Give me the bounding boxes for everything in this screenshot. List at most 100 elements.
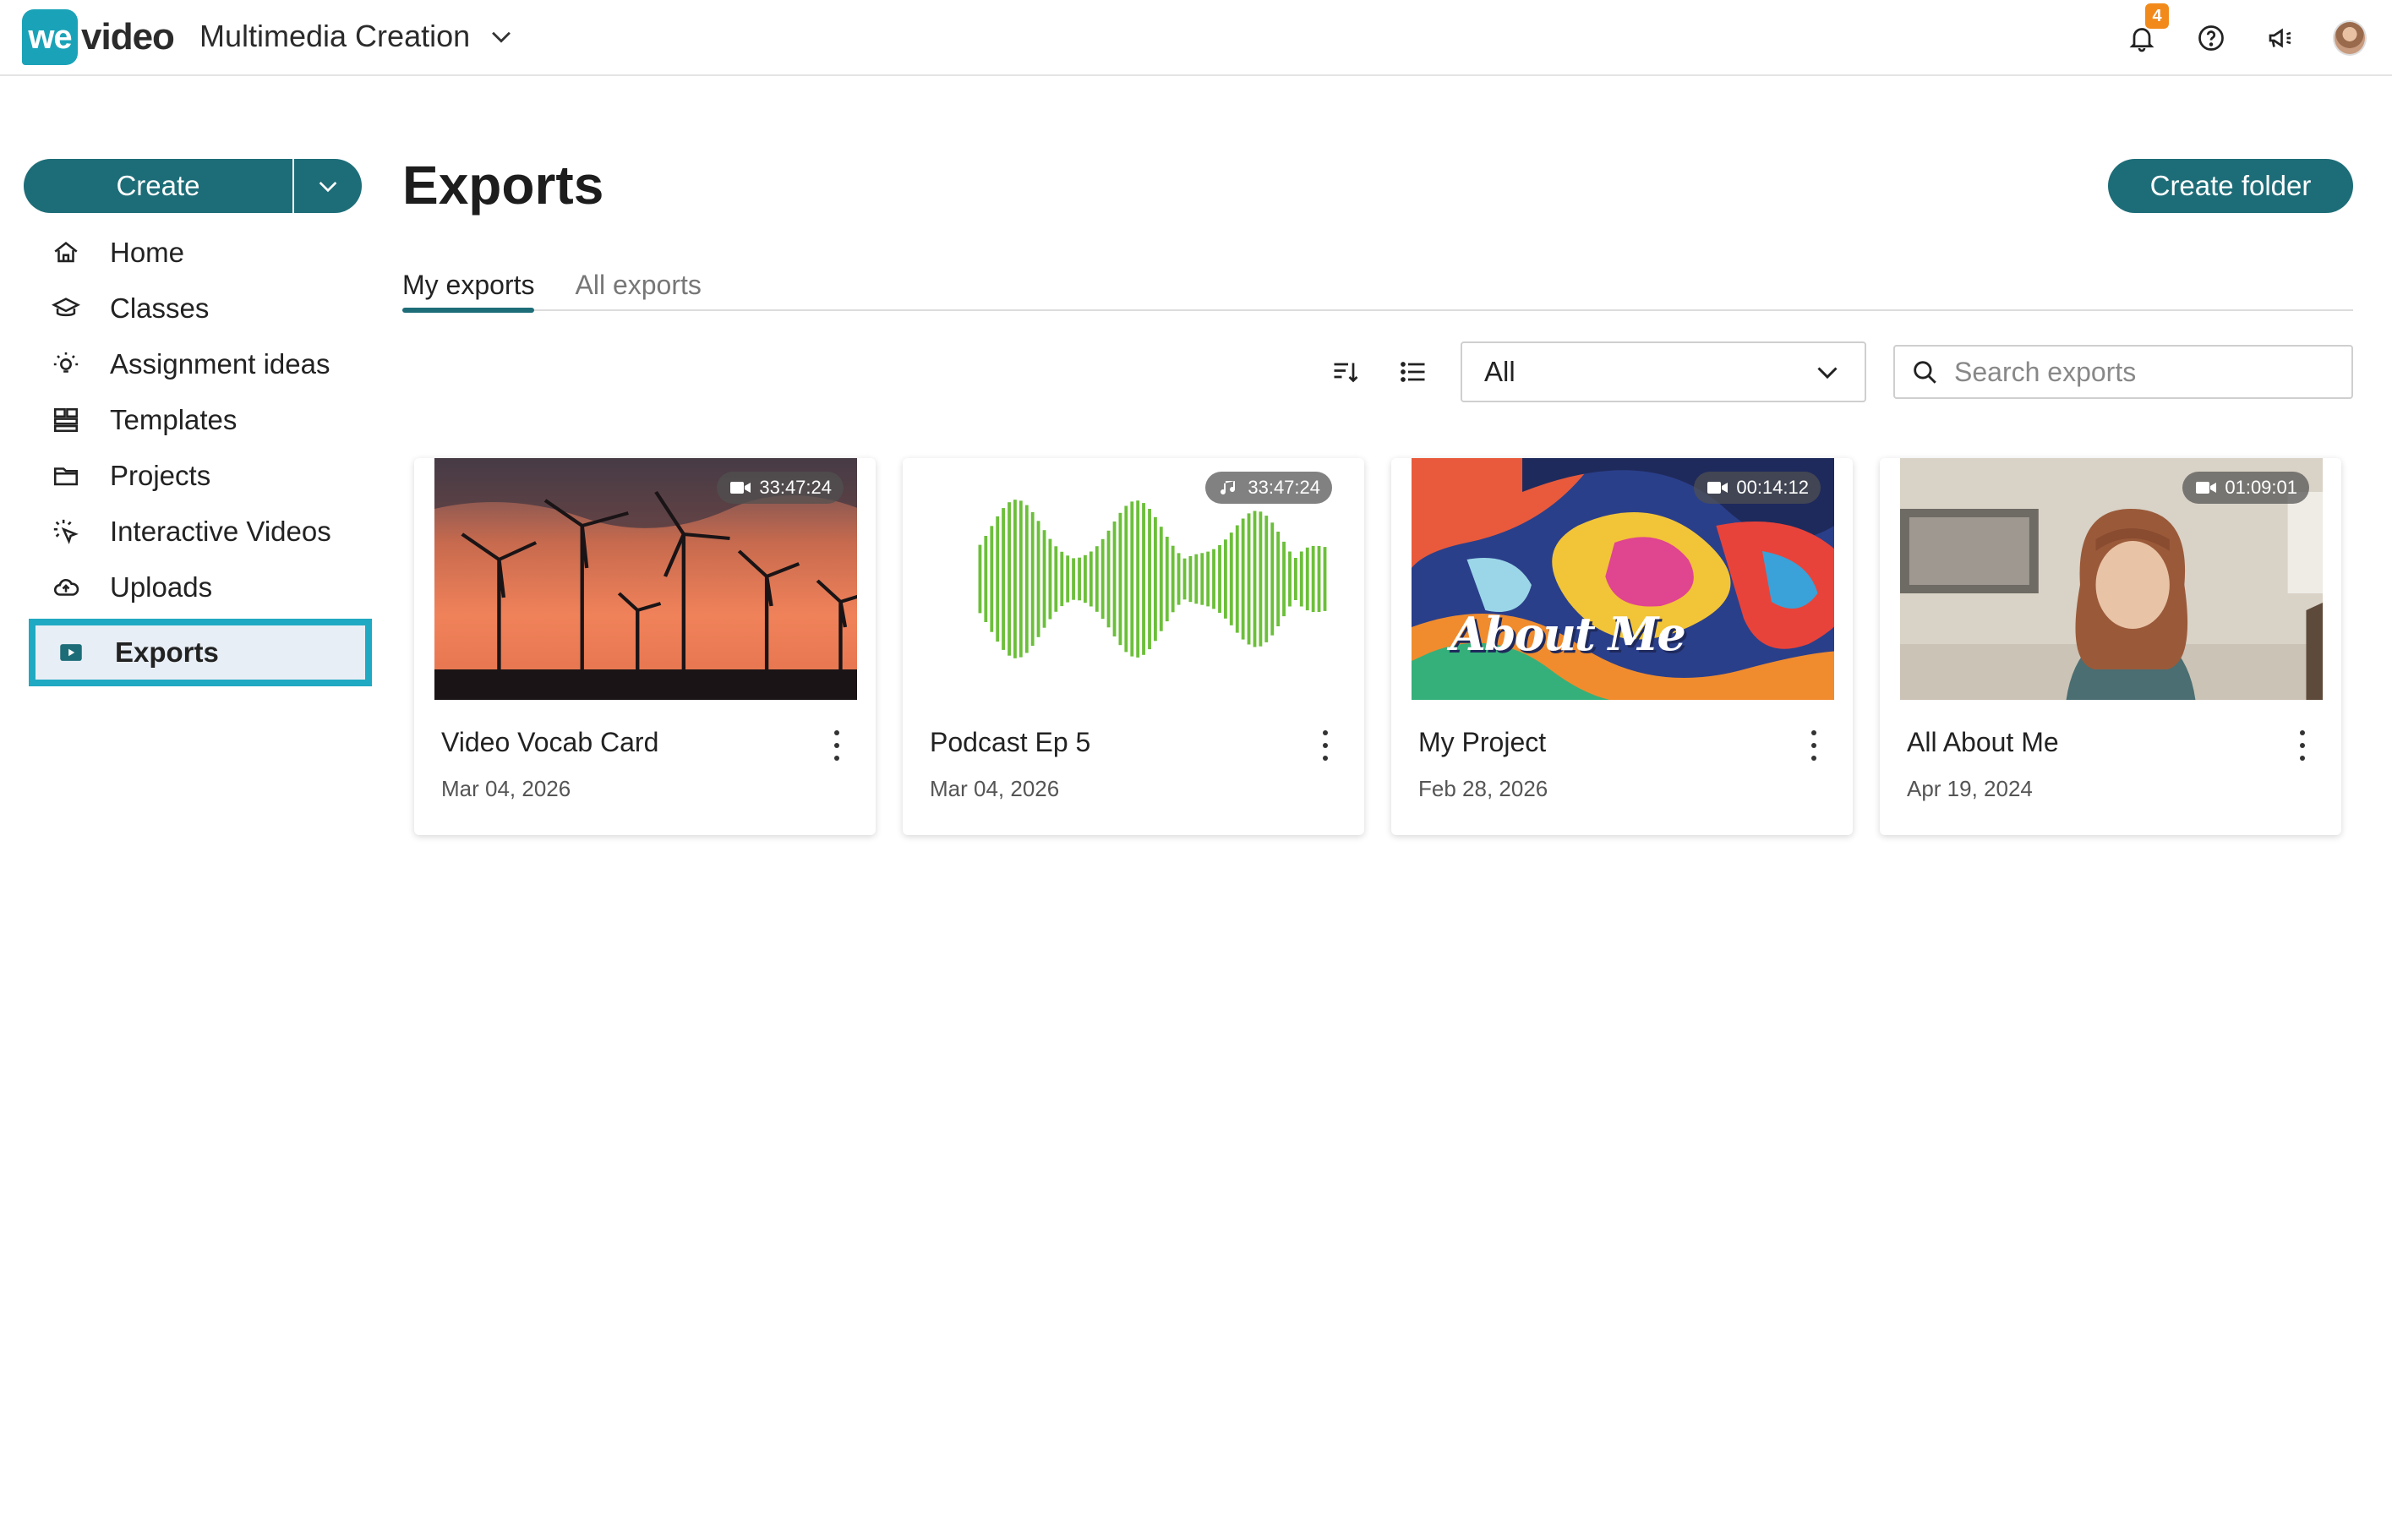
waveform-bar <box>1118 512 1122 646</box>
kebab-dot <box>1811 730 1816 735</box>
waveform-bar <box>1264 516 1269 642</box>
sidebar-item-exports[interactable]: Exports <box>29 619 372 686</box>
top-icons: 4 <box>2125 3 2367 57</box>
waveform-bar <box>1241 518 1245 640</box>
notifications-button[interactable]: 4 <box>2125 3 2169 57</box>
waveform-bar <box>1200 553 1204 605</box>
waveform-bar <box>1305 547 1309 611</box>
classes-icon <box>51 293 81 324</box>
card-thumbnail[interactable]: About Me 00:14:12 <box>1412 458 1834 700</box>
waveform-bar <box>1212 549 1215 609</box>
logo-video: video <box>81 16 175 57</box>
waveform-bar <box>1048 538 1052 620</box>
card-menu-button[interactable] <box>1805 730 1822 761</box>
card-thumbnail[interactable]: 33:47:24 <box>923 458 1346 700</box>
waveform-bar <box>1165 537 1169 622</box>
waveform-bar <box>1084 554 1087 603</box>
sidebar-item-uploads[interactable]: Uploads <box>24 560 379 615</box>
filter-select[interactable]: All <box>1461 341 1866 402</box>
list-icon <box>1401 362 1425 382</box>
card-menu-button[interactable] <box>2294 730 2311 761</box>
card-date: Mar 04, 2026 <box>441 776 571 801</box>
sidebar-item-classes[interactable]: Classes <box>24 281 379 336</box>
waveform-bar <box>1311 545 1315 613</box>
waveform-bar <box>1253 511 1257 647</box>
kebab-dot <box>1811 743 1816 748</box>
sidebar-item-interactive-videos[interactable]: Interactive Videos <box>24 504 379 560</box>
card-date: Apr 19, 2024 <box>1907 776 2033 801</box>
card-menu-button[interactable] <box>828 730 845 761</box>
waveform-bar <box>1072 558 1075 600</box>
interactive-cursor-icon <box>51 516 81 547</box>
export-play-icon <box>56 637 86 668</box>
duration-text: 01:09:01 <box>2225 477 2297 498</box>
waveform-bar <box>1259 511 1263 647</box>
wevideo-logo[interactable]: we video <box>22 8 175 66</box>
waveform-bar <box>1206 551 1210 607</box>
waveform-bar <box>1078 557 1081 601</box>
waveform-bar <box>1024 505 1029 653</box>
waveform-bar <box>1019 500 1023 658</box>
tabs: My exports All exports <box>402 264 2353 313</box>
create-dropdown-button[interactable] <box>294 159 362 213</box>
sidebar-item-home[interactable]: Home <box>24 225 379 281</box>
card-thumbnail[interactable]: 33:47:24 <box>434 458 857 700</box>
create-button[interactable]: Create <box>24 159 292 213</box>
card-title: My Project <box>1418 727 1547 757</box>
kebab-dot <box>2300 756 2305 761</box>
megaphone-icon <box>2269 28 2291 48</box>
waveform-bar <box>1188 555 1193 603</box>
waveform-bar <box>1036 521 1040 637</box>
announcements-button[interactable] <box>2264 19 2297 57</box>
waveform-bar <box>1030 511 1035 647</box>
waveform-bar <box>1276 532 1281 626</box>
create-button-group: Create <box>24 159 362 213</box>
kebab-dot <box>2300 743 2305 748</box>
kebab-dot <box>834 730 839 735</box>
list-view-button[interactable] <box>1396 355 1430 389</box>
waveform-bar <box>1136 500 1140 658</box>
waveform-bar <box>1130 501 1134 657</box>
waveform-bar <box>990 526 994 632</box>
user-menu-button[interactable] <box>2333 19 2367 57</box>
waveform-bar <box>1171 545 1175 613</box>
search-input[interactable] <box>1954 356 2336 388</box>
help-button[interactable] <box>2194 19 2228 57</box>
tab-all-exports[interactable]: All exports <box>575 264 701 311</box>
waveform-bar <box>1317 546 1321 612</box>
waveform-bar <box>1013 500 1017 658</box>
waveform-bar <box>1177 553 1181 605</box>
waveform-bar <box>1008 502 1011 656</box>
export-card[interactable]: 01:09:01 All About Me Apr 19, 2024 <box>1880 458 2341 835</box>
thumbnail-title-text: About Me <box>1450 607 1686 661</box>
export-card[interactable]: 33:47:24 Video Vocab Card Mar 04, 2026 <box>414 458 876 835</box>
waveform-bar <box>1124 505 1128 653</box>
waveform-bar <box>1002 508 1005 650</box>
export-card[interactable]: 33:47:24 Podcast Ep 5 Mar 04, 2026 <box>903 458 1364 835</box>
card-date: Mar 04, 2026 <box>930 776 1060 801</box>
waveform-bar <box>1148 509 1151 650</box>
tab-my-exports[interactable]: My exports <box>402 264 535 313</box>
sidebar-item-label: Uploads <box>110 571 213 603</box>
sidebar-item-assignment-ideas[interactable]: Assignment ideas <box>24 336 379 392</box>
card-date: Feb 28, 2026 <box>1418 776 1548 801</box>
sidebar-item-label: Projects <box>110 460 211 491</box>
chevron-down-icon <box>319 182 337 193</box>
create-folder-button[interactable]: Create folder <box>2108 159 2353 213</box>
workspace-name: Multimedia Creation <box>199 19 471 53</box>
chevron-down-icon <box>1817 367 1838 380</box>
sidebar-item-label: Classes <box>110 292 210 324</box>
waveform-bar <box>1235 525 1239 633</box>
sidebar-item-templates[interactable]: Templates <box>24 392 379 448</box>
sort-button[interactable] <box>1329 355 1363 389</box>
export-card[interactable]: About Me 00:14:12 My Project Feb 28, 202… <box>1391 458 1853 835</box>
waveform-bar <box>1323 547 1327 611</box>
card-thumbnail[interactable]: 01:09:01 <box>1900 458 2323 700</box>
workspace-switcher[interactable]: Multimedia Creation <box>199 19 516 54</box>
sidebar-item-label: Exports <box>115 636 219 668</box>
waveform-bar <box>1270 522 1275 636</box>
waveform-bar <box>1095 546 1099 612</box>
kebab-dot <box>834 743 839 748</box>
sidebar-item-projects[interactable]: Projects <box>24 448 379 504</box>
card-menu-button[interactable] <box>1317 730 1334 761</box>
